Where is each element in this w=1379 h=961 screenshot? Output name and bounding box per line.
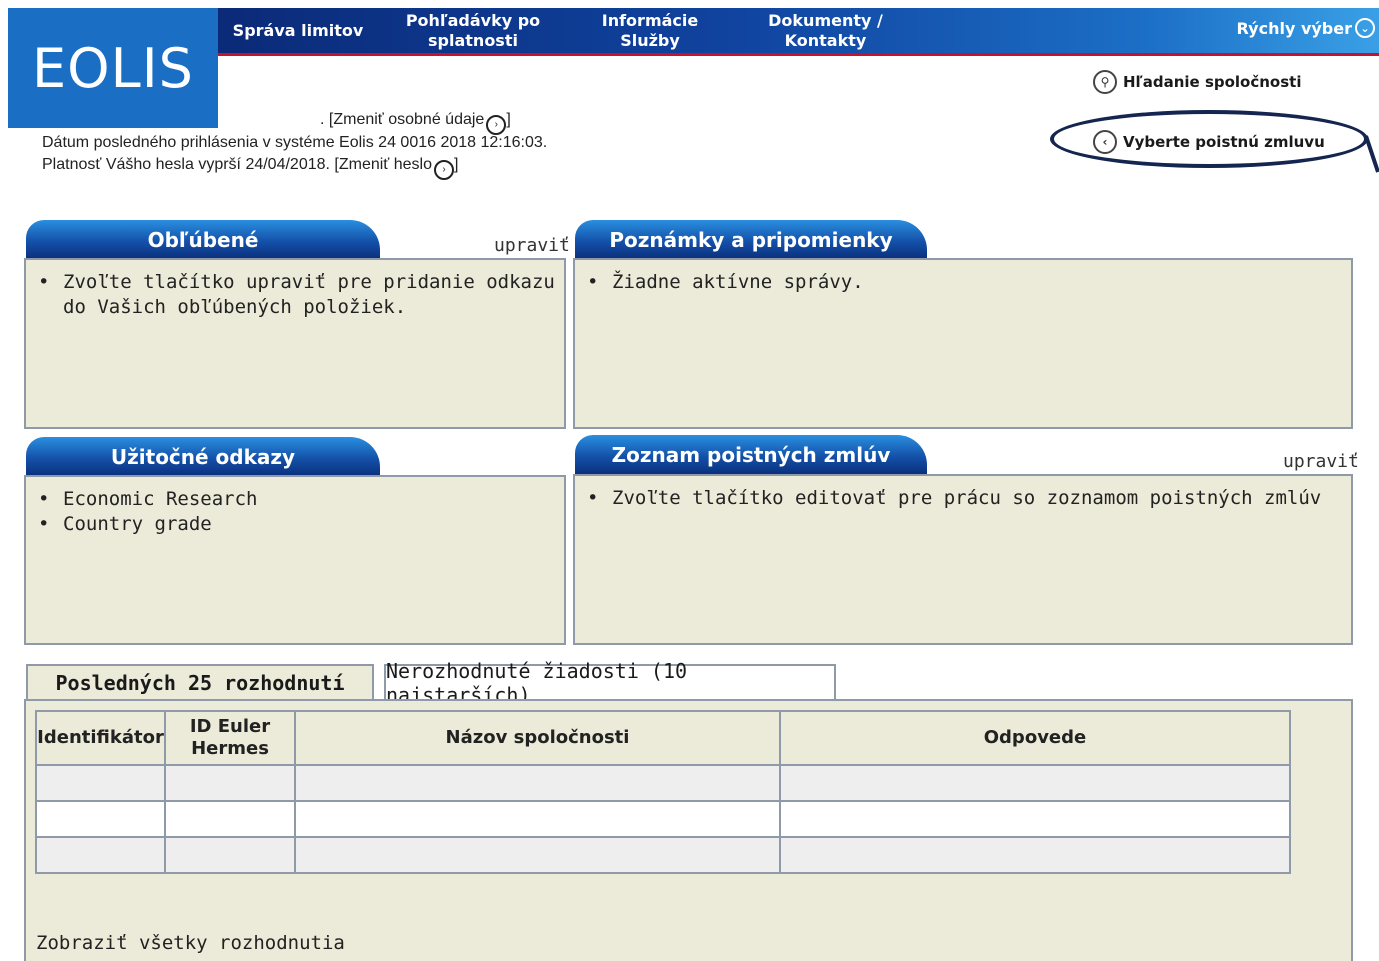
change-personal-data-link[interactable]: . [Zmeniť osobné údaje bbox=[320, 111, 484, 128]
policies-list: Zvoľte tlačítko editovať pre prácu so zo… bbox=[585, 486, 1351, 511]
nav-label: Správa limitov bbox=[232, 20, 364, 40]
quick-select-menu[interactable]: Rýchly výber ⌄ bbox=[1237, 18, 1375, 38]
favorites-panel: Zvoľte tlačítko upraviť pre pridanie odk… bbox=[24, 258, 566, 429]
table-cell bbox=[779, 836, 1291, 874]
chevron-right-icon[interactable]: › bbox=[434, 159, 454, 180]
economic-research-link[interactable]: Economic Research bbox=[36, 487, 564, 512]
header-label: Hermes bbox=[191, 738, 269, 759]
nav-label: Služby bbox=[620, 30, 680, 50]
chevron-down-icon: ⌄ bbox=[1355, 18, 1375, 38]
nav-label: Informácie bbox=[601, 10, 699, 30]
chevron-right-icon[interactable]: › bbox=[486, 114, 507, 135]
highlight-ellipse bbox=[1050, 110, 1368, 168]
favorites-list: Zvoľte tlačítko upraviť pre pridanie odk… bbox=[36, 270, 564, 320]
notes-panel-title: Poznámky a pripomienky bbox=[575, 220, 927, 260]
nav-documents-contacts[interactable]: Dokumenty / Kontakty bbox=[753, 8, 898, 53]
password-expiry-text[interactable]: Platnosť Vášho hesla vyprší 24/04/2018. … bbox=[42, 156, 432, 173]
useful-links-panel: Economic Research Country grade bbox=[24, 475, 566, 645]
table-cell bbox=[294, 836, 781, 874]
quick-select-label: Rýchly výber bbox=[1236, 18, 1352, 38]
list-item: Žiadne aktívne správy. bbox=[585, 270, 1351, 295]
column-header-company-name[interactable]: Názov spoločnosti bbox=[294, 710, 781, 766]
nav-limit-management[interactable]: Správa limitov bbox=[228, 8, 368, 53]
panel-title-text: Poznámky a pripomienky bbox=[609, 228, 893, 252]
tab-last-25-decisions[interactable]: Posledných 25 rozhodnutí bbox=[26, 664, 374, 700]
show-all-decisions-link[interactable]: Zobraziť všetky rozhodnutia bbox=[36, 932, 345, 954]
bracket-close: ] bbox=[454, 156, 459, 173]
table-cell bbox=[779, 764, 1291, 802]
tab-pending-requests[interactable]: Nerozhodnuté žiadosti (10 najstarších) bbox=[384, 659, 836, 707]
table-cell bbox=[35, 764, 166, 802]
nav-label: Dokumenty / bbox=[768, 10, 883, 30]
table-row[interactable] bbox=[35, 836, 1291, 874]
panel-title-text: Obľúbené bbox=[147, 228, 259, 252]
column-header-identifier[interactable]: Identifikátor bbox=[35, 710, 166, 766]
policies-panel: Zvoľte tlačítko editovať pre prácu so zo… bbox=[573, 474, 1353, 645]
table-cell bbox=[164, 836, 296, 874]
panel-title-text: Zoznam poistných zmlúv bbox=[611, 443, 891, 467]
password-expiry-line: Platnosť Vášho hesla vyprší 24/04/2018. … bbox=[42, 156, 458, 180]
nav-label: Kontakty bbox=[784, 30, 867, 50]
nav-overdue-receivables[interactable]: Pohľadávky po splatnosti bbox=[388, 8, 558, 53]
table-cell bbox=[294, 764, 781, 802]
last-login-text: Dátum posledného prihlásenia v systéme E… bbox=[42, 134, 548, 151]
bracket-close: ] bbox=[506, 111, 511, 128]
table-header-row: Identifikátor ID Euler Hermes Názov spolo… bbox=[35, 710, 1291, 766]
country-grade-link[interactable]: Country grade bbox=[36, 512, 564, 537]
table-row[interactable] bbox=[35, 800, 1291, 838]
nav-label: splatnosti bbox=[428, 30, 518, 50]
column-header-responses[interactable]: Odpovede bbox=[779, 710, 1291, 766]
table-cell bbox=[294, 800, 781, 838]
decisions-table: Identifikátor ID Euler Hermes Názov spolo… bbox=[35, 710, 1291, 874]
eolis-logo[interactable]: EOLIS bbox=[8, 8, 218, 128]
favorites-edit-link[interactable]: upraviť bbox=[494, 235, 570, 256]
policies-edit-link[interactable]: upraviť bbox=[1283, 451, 1359, 472]
list-item: Zvoľte tlačítko editovať pre prácu so zo… bbox=[585, 486, 1351, 511]
notes-panel: Žiadne aktívne správy. bbox=[573, 258, 1353, 429]
table-cell bbox=[35, 800, 166, 838]
nav-information-services[interactable]: Informácie Služby bbox=[580, 8, 720, 53]
header-label: Identifikátor bbox=[37, 727, 164, 748]
change-personal-data-line: . [Zmeniť osobné údaje ›] bbox=[320, 111, 511, 135]
top-navigation-bar: Správa limitov Pohľadávky po splatnosti … bbox=[218, 8, 1379, 56]
list-item: Zvoľte tlačítko upraviť pre pridanie odk… bbox=[36, 270, 564, 320]
notes-list: Žiadne aktívne správy. bbox=[585, 270, 1351, 295]
useful-links-panel-title: Užitočné odkazy bbox=[26, 437, 380, 477]
header-label: Odpovede bbox=[983, 727, 1087, 748]
header-label: Názov spoločnosti bbox=[445, 727, 630, 748]
search-icon: ⚲ bbox=[1093, 70, 1117, 94]
panel-title-text: Užitočné odkazy bbox=[110, 445, 296, 469]
table-cell bbox=[164, 764, 296, 802]
table-row[interactable] bbox=[35, 764, 1291, 802]
company-search-link[interactable]: ⚲ Hľadanie spoločnosti bbox=[1093, 70, 1301, 94]
favorites-panel-title: Obľúbené bbox=[26, 220, 380, 260]
useful-links-list: Economic Research Country grade bbox=[36, 487, 564, 537]
column-header-euler-id[interactable]: ID Euler Hermes bbox=[164, 710, 296, 766]
header-label: ID Euler bbox=[189, 716, 271, 737]
table-cell bbox=[35, 836, 166, 874]
table-cell bbox=[779, 800, 1291, 838]
highlight-arrow-tail bbox=[1364, 135, 1379, 173]
table-cell bbox=[164, 800, 296, 838]
nav-label: Pohľadávky po bbox=[405, 10, 541, 30]
policies-panel-title: Zoznam poistných zmlúv bbox=[575, 435, 927, 475]
logo-text: EOLIS bbox=[32, 36, 194, 100]
tab-label: Posledných 25 rozhodnutí bbox=[55, 671, 345, 695]
company-search-label: Hľadanie spoločnosti bbox=[1123, 73, 1302, 91]
